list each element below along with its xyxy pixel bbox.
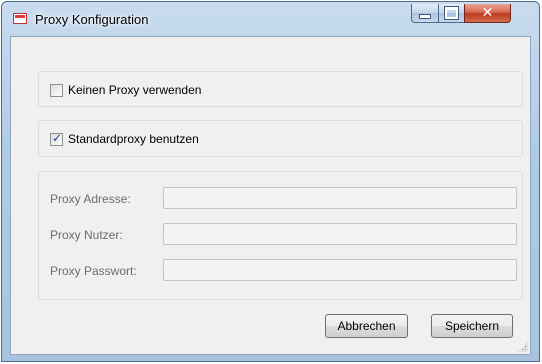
app-icon — [13, 13, 27, 24]
minimize-button[interactable] — [411, 4, 439, 23]
default-proxy-option[interactable]: Standardproxy benutzen — [50, 131, 199, 146]
default-proxy-group: Standardproxy benutzen — [38, 120, 523, 157]
no-proxy-option[interactable]: Keinen Proxy verwenden — [50, 83, 201, 97]
proxy-password-input[interactable] — [163, 259, 517, 281]
dialog-window: Proxy Konfiguration ✕ Keinen Proxy verwe… — [1, 1, 540, 362]
maximize-icon — [444, 6, 459, 20]
title-bar[interactable]: Proxy Konfiguration ✕ — [2, 2, 539, 36]
resize-grip[interactable] — [518, 342, 528, 352]
minimize-icon — [419, 13, 431, 19]
maximize-button[interactable] — [438, 4, 465, 23]
no-proxy-group: Keinen Proxy verwenden — [38, 71, 523, 107]
window-title: Proxy Konfiguration — [35, 12, 149, 27]
default-proxy-label[interactable]: Standardproxy benutzen — [68, 132, 199, 146]
default-proxy-checkbox[interactable] — [50, 131, 63, 146]
proxy-settings-group: Proxy Adresse: Proxy Nutzer: Proxy Passw… — [38, 171, 523, 300]
proxy-address-label: Proxy Adresse: — [50, 192, 131, 206]
proxy-password-label: Proxy Passwort: — [50, 264, 137, 278]
close-icon: ✕ — [481, 5, 494, 21]
close-button[interactable]: ✕ — [464, 4, 511, 23]
no-proxy-label[interactable]: Keinen Proxy verwenden — [68, 83, 201, 97]
cancel-button[interactable]: Abbrechen — [325, 314, 408, 338]
dialog-client-area: Keinen Proxy verwenden Standardproxy ben… — [10, 36, 531, 355]
no-proxy-checkbox[interactable] — [50, 83, 63, 97]
proxy-user-label: Proxy Nutzer: — [50, 228, 123, 242]
save-button[interactable]: Speichern — [431, 314, 513, 338]
proxy-user-input[interactable] — [163, 223, 517, 245]
proxy-address-input[interactable] — [163, 187, 517, 209]
